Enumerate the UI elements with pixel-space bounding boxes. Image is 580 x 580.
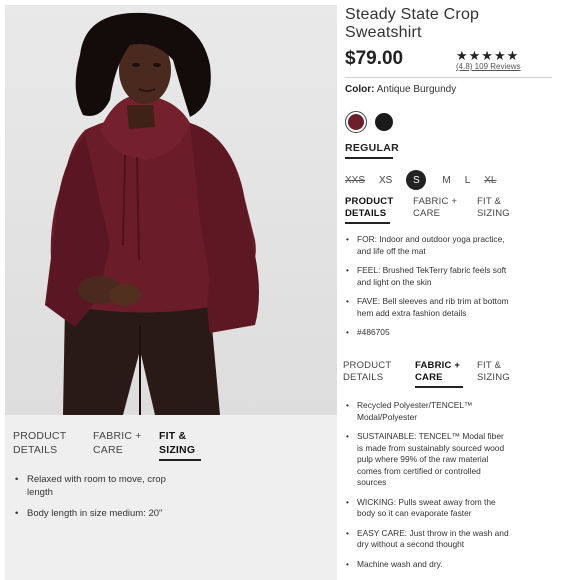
list-item: FAVE: Bell sleeves and rib trim at botto… [346, 296, 511, 319]
tab-active-indicator [159, 459, 201, 461]
list-item: #486705 [346, 327, 511, 339]
product-title: Steady State Crop Sweatshirt [345, 6, 480, 41]
size-type-underline [345, 157, 393, 159]
list-item: Recycled Polyester/TENCEL™ Modal/Polyest… [346, 400, 511, 423]
list-item: WICKING: Pulls sweat away from the body … [346, 497, 511, 520]
color-swatch-black[interactable] [375, 113, 393, 131]
fit-sizing-panel: PRODUCT DETAILS FABRIC + CARE FIT & SIZI… [5, 415, 337, 580]
product-price: $79.00 [345, 48, 404, 69]
tab-product-details[interactable]: PRODUCT DETAILS [343, 360, 415, 388]
color-swatch-burgundy[interactable] [345, 111, 367, 133]
size-option-xs[interactable]: XS [379, 175, 392, 186]
details-tabs: PRODUCT DETAILS FABRIC + CARE FIT & SIZI… [13, 429, 219, 461]
product-details-list: FOR: Indoor and outdoor yoga practice, a… [346, 234, 511, 347]
size-selector: XXS XS S M L XL [345, 170, 511, 190]
color-label-prefix: Color: [345, 84, 375, 95]
color-label: Color: Antique Burgundy [345, 84, 456, 95]
list-item: Machine wash and dry. [346, 559, 511, 571]
list-item: SUSTAINABLE: TENCEL™ Modal fiber is made… [346, 431, 511, 489]
list-item: FEEL: Brushed TekTerry fabric feels soft… [346, 265, 511, 288]
tab-product-details[interactable]: PRODUCT DETAILS [13, 429, 93, 461]
size-option-m[interactable]: M [442, 175, 450, 186]
list-item: Relaxed with room to move, crop length [15, 473, 185, 499]
product-photo [5, 5, 337, 415]
tab-active-indicator [415, 386, 463, 388]
list-item: Body length in size medium: 20" [15, 507, 185, 520]
size-option-s[interactable]: S [406, 170, 427, 190]
tab-fabric-care[interactable]: FABRIC + CARE [415, 360, 477, 388]
tab-product-details[interactable]: PRODUCT DETAILS [345, 196, 413, 224]
size-option-xxs[interactable]: XXS [345, 175, 365, 186]
tab-active-indicator [345, 222, 390, 224]
details-tabs-1: PRODUCT DETAILS FABRIC + CARE FIT & SIZI… [345, 196, 527, 224]
list-item: FOR: Indoor and outdoor yoga practice, a… [346, 234, 511, 257]
tab-fit-sizing[interactable]: FIT & SIZING [477, 196, 527, 224]
fit-sizing-list: Relaxed with room to move, crop length B… [15, 473, 185, 528]
details-tabs-2: PRODUCT DETAILS FABRIC + CARE FIT & SIZI… [343, 360, 527, 388]
divider [345, 77, 552, 78]
product-info-panel: Steady State Crop Sweatshirt $79.00 ★★★★… [340, 0, 580, 580]
size-option-l[interactable]: L [465, 175, 471, 186]
size-type-tab-regular[interactable]: REGULAR [345, 142, 399, 154]
tab-fabric-care[interactable]: FABRIC + CARE [93, 429, 159, 461]
tab-fit-sizing[interactable]: FIT & SIZING [477, 360, 527, 388]
fabric-care-list: Recycled Polyester/TENCEL™ Modal/Polyest… [346, 400, 511, 578]
tab-fabric-care[interactable]: FABRIC + CARE [413, 196, 477, 224]
list-item: EASY CARE: Just throw in the wash and dr… [346, 528, 511, 551]
tab-fit-sizing[interactable]: FIT & SIZING [159, 429, 219, 461]
color-value: Antique Burgundy [376, 84, 457, 95]
size-option-xl[interactable]: XL [484, 175, 496, 186]
reviews-link[interactable]: (4.8) 109 Reviews [456, 62, 520, 71]
